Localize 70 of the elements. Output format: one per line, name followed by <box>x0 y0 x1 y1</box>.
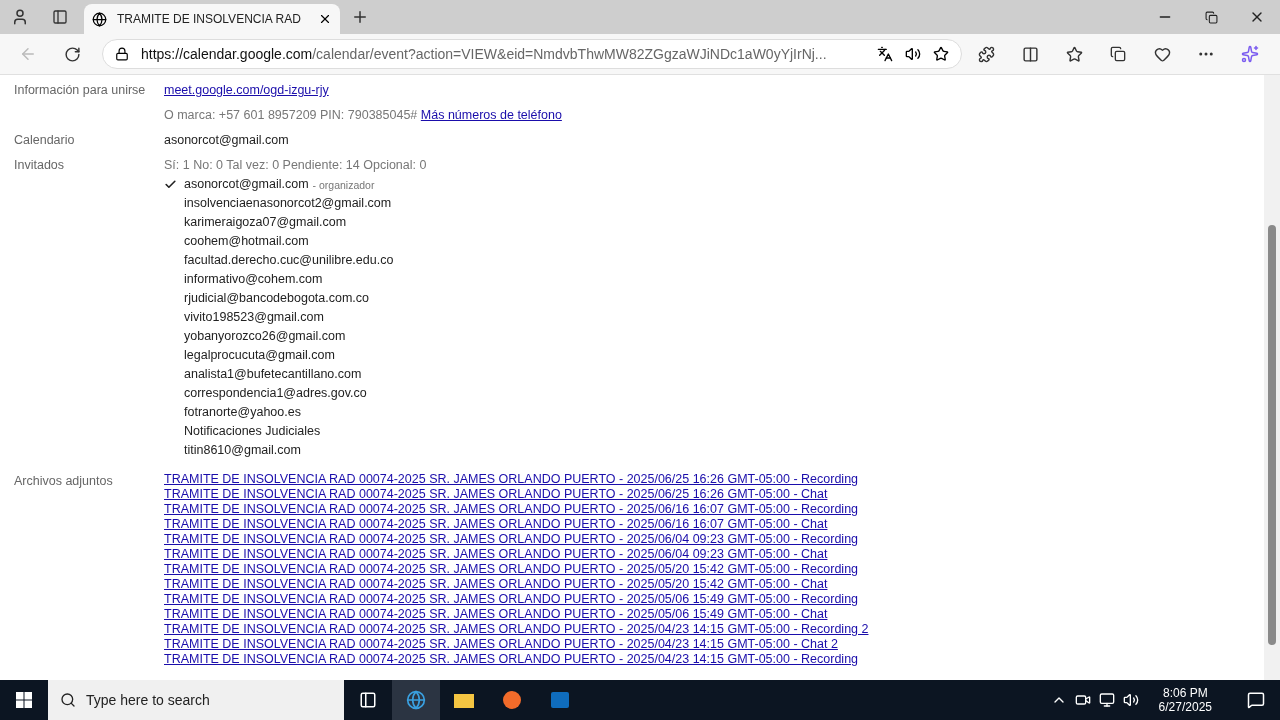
clock-date: 6/27/2025 <box>1158 700 1212 714</box>
guest-role: - organizador <box>312 178 375 191</box>
puzzle-icon[interactable] <box>977 45 995 63</box>
collections-icon[interactable] <box>1110 46 1126 62</box>
guest-email: coohem@hotmail.com <box>184 233 309 250</box>
phone-numbers-link[interactable]: Más números de teléfono <box>420 108 562 122</box>
attachment-link[interactable]: TRAMITE DE INSOLVENCIA RAD 00074-2025 SR. JAMES ORLANDO PUERTO - 2025/06/25 16:26 GMT-05:00 - Chat <box>164 487 828 501</box>
profile-icon[interactable] <box>11 8 29 26</box>
guest-email: Notificaciones Judiciales <box>184 423 321 440</box>
read-aloud-icon[interactable] <box>905 46 921 62</box>
url-text: https://calendar.google.com/calendar/event?action=VIEW&eid=NmdvbThwMW82ZGgzaWJiNDc1aW0yYjIrNj... <box>141 46 828 62</box>
translate-icon[interactable] <box>877 46 893 62</box>
address-bar[interactable]: https://calendar.google.com/calendar/event?action=VIEW&eid=NmdvbThwMW82ZGgzaWJiNDc1aW0yYjIrNj... <box>102 39 962 69</box>
attachment-link[interactable]: TRAMITE DE INSOLVENCIA RAD 00074-2025 SR. JAMES ORLANDO PUERTO - 2025/04/23 14:15 GMT-05:00 - Recording 2 <box>164 622 869 636</box>
new-tab-icon[interactable] <box>351 8 369 26</box>
search-icon <box>60 692 76 708</box>
attachment-link[interactable]: TRAMITE DE INSOLVENCIA RAD 00074-2025 SR. JAMES ORLANDO PUERTO - 2025/06/16 16:07 GMT-05:00 - Chat <box>164 517 828 531</box>
field-label: Invitados <box>14 157 66 174</box>
taskbar-search-field[interactable]: Type here to search <box>48 680 344 720</box>
rsvp-summary: Sí: 1 No: 0 Tal vez: 0 Pendiente: 14 Opcional: 0 <box>164 157 428 174</box>
scrollbar[interactable] <box>1264 75 1280 680</box>
guest-email: karimeraigoza07@gmail.com <box>184 214 347 231</box>
notifications-icon[interactable] <box>1247 691 1265 709</box>
attachment-link[interactable]: TRAMITE DE INSOLVENCIA RAD 00074-2025 SR. JAMES ORLANDO PUERTO - 2025/05/06 15:49 GMT-05:00 - Recording <box>164 592 859 606</box>
browser-icon[interactable] <box>406 690 426 710</box>
attachment-link[interactable]: TRAMITE DE INSOLVENCIA RAD 00074-2025 SR. JAMES ORLANDO PUERTO - 2025/06/04 09:23 GMT-05:00 - Recording <box>164 532 859 546</box>
guest-email: asonorcot@gmail.com <box>184 176 309 193</box>
guest-email: facultad.derecho.cuc@unilibre.edu.co <box>184 252 394 269</box>
attachment-link[interactable]: TRAMITE DE INSOLVENCIA RAD 00074-2025 SR. JAMES ORLANDO PUERTO - 2025/04/23 14:15 GMT-05:00 - Recording <box>164 652 859 666</box>
guest-email: correspondencia1@adres.gov.co <box>184 385 367 402</box>
globe-icon <box>92 11 107 27</box>
attachment-link[interactable]: TRAMITE DE INSOLVENCIA RAD 00074-2025 SR. JAMES ORLANDO PUERTO - 2025/06/25 16:26 GMT-05:00 - Recording <box>164 472 859 486</box>
calendar-value: asonorcot@gmail.com <box>164 132 290 149</box>
task-view-icon[interactable] <box>359 691 377 709</box>
sparkle-icon[interactable] <box>1241 45 1259 63</box>
guest-email: rjudicial@bancodebogota.com.co <box>184 290 370 307</box>
attachment-link[interactable]: TRAMITE DE INSOLVENCIA RAD 00074-2025 SR. JAMES ORLANDO PUERTO - 2025/05/06 15:49 GMT-05:00 - Chat <box>164 607 828 621</box>
restore-icon[interactable] <box>1204 10 1218 24</box>
tab-actions-icon[interactable] <box>52 9 68 25</box>
attachment-link[interactable]: TRAMITE DE INSOLVENCIA RAD 00074-2025 SR. JAMES ORLANDO PUERTO - 2025/06/16 16:07 GMT-05:00 - Recording <box>164 502 859 516</box>
guest-email: yobanyorozco26@gmail.com <box>184 328 346 345</box>
guest-email: insolvenciaenasonorcot2@gmail.com <box>184 195 392 212</box>
browser-tab[interactable]: TRAMITE DE INSOLVENCIA RAD <box>84 4 340 34</box>
attachment-link[interactable]: TRAMITE DE INSOLVENCIA RAD 00074-2025 SR. JAMES ORLANDO PUERTO - 2025/06/04 09:23 GMT-05:00 - Chat <box>164 547 828 561</box>
field-label: Información para unirse <box>14 82 147 99</box>
attachment-link[interactable]: TRAMITE DE INSOLVENCIA RAD 00074-2025 SR. JAMES ORLANDO PUERTO - 2025/05/20 15:42 GMT-05:00 - Chat <box>164 577 828 591</box>
guest-email: fotranorte@yahoo.es <box>184 404 301 421</box>
guest-email: titin8610@gmail.com <box>184 442 301 459</box>
attachment-link[interactable]: TRAMITE DE INSOLVENCIA RAD 00074-2025 SR. JAMES ORLANDO PUERTO - 2025/04/23 14:15 GMT-05:00 - Chat 2 <box>164 637 838 651</box>
lock-icon <box>115 47 129 61</box>
guest-email: legalprocucuta@gmail.com <box>184 347 335 364</box>
dial-in-text: O marca: +57 601 8957209 PIN: 790385045# <box>164 108 418 122</box>
guest-email: vivito198523@gmail.com <box>184 309 324 326</box>
heart-icon[interactable] <box>1153 45 1171 63</box>
attachment-link[interactable]: TRAMITE DE INSOLVENCIA RAD 00074-2025 SR. JAMES ORLANDO PUERTO - 2025/05/20 15:42 GMT-05:00 - Recording <box>164 562 859 576</box>
volume-icon[interactable] <box>1122 692 1139 708</box>
network-icon[interactable] <box>1098 692 1115 708</box>
field-label: Calendario <box>14 132 76 149</box>
clock-time: 8:06 PM <box>1162 686 1208 700</box>
guest-email: analista1@bufetecantillano.com <box>184 366 362 383</box>
close-icon[interactable] <box>318 12 332 26</box>
star-icon[interactable] <box>933 46 949 62</box>
meet-link[interactable]: meet.google.com/ogd-izgu-rjy <box>164 83 329 97</box>
windows-icon[interactable] <box>16 692 32 708</box>
field-label: Archivos adjuntos <box>14 473 114 490</box>
favorites-icon[interactable] <box>1065 45 1083 63</box>
split-screen-icon[interactable] <box>1021 45 1039 63</box>
guest-email: informativo@cohem.com <box>184 271 323 288</box>
reload-icon[interactable] <box>63 45 81 63</box>
camera-icon[interactable] <box>1074 692 1091 708</box>
